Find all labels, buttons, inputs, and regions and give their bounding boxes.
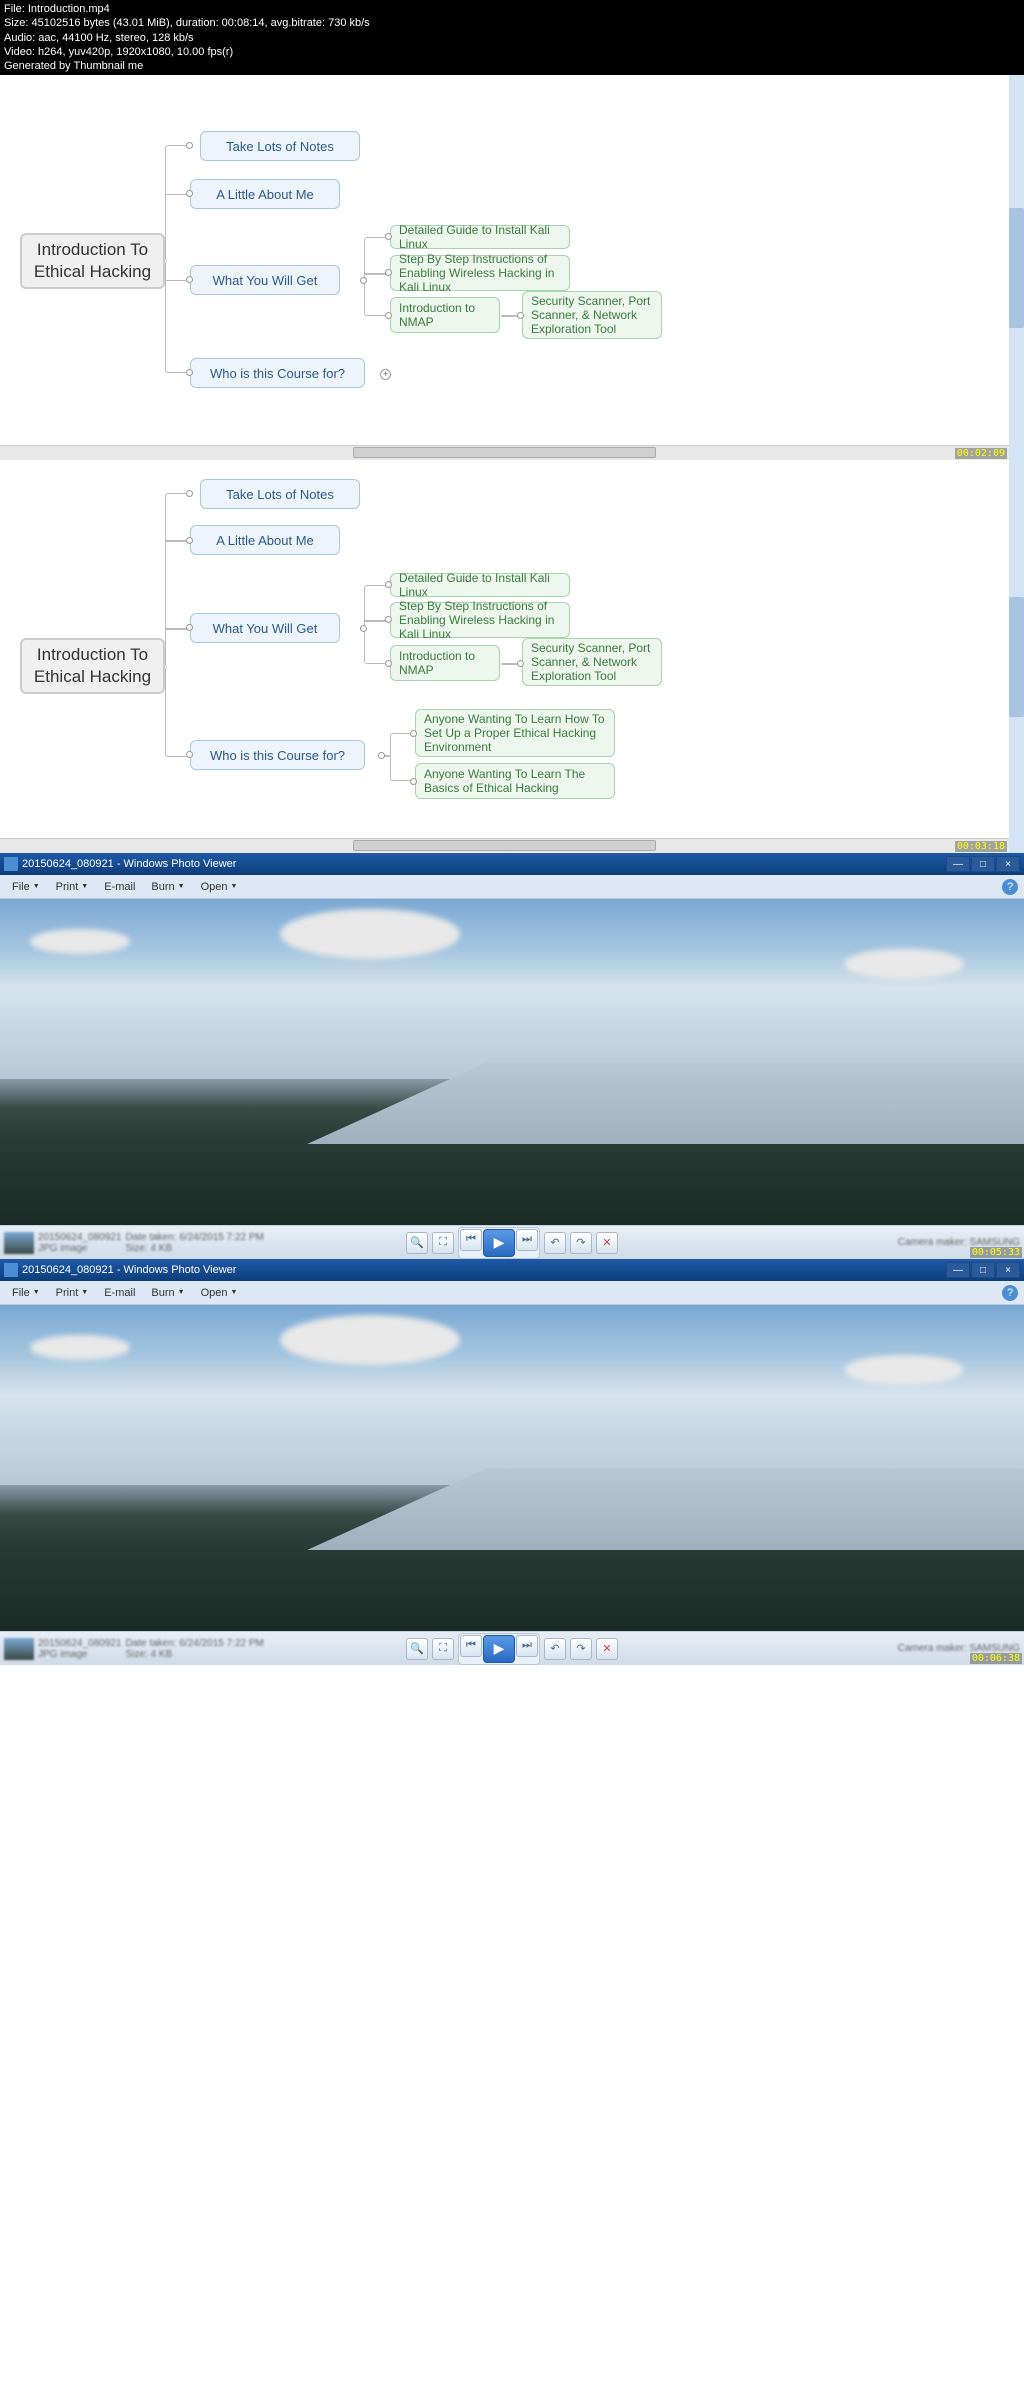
node-scanner[interactable]: Security Scanner, Port Scanner, & Networ… (522, 638, 662, 686)
maximize-button[interactable]: □ (971, 1262, 995, 1278)
horizontal-scrollbar[interactable] (0, 838, 1009, 853)
node-wireless[interactable]: Step By Step Instructions of Enabling Wi… (390, 255, 570, 291)
expand-icon[interactable]: + (380, 369, 391, 380)
zoom-button[interactable]: 🔍 (406, 1638, 428, 1660)
menu-open[interactable]: Open▼ (195, 1285, 244, 1301)
thumbnail-frame-3: 20150624_080921 - Windows Photo Viewer —… (0, 853, 1024, 1259)
node-kali[interactable]: Detailed Guide to Install Kali Linux (390, 573, 570, 597)
close-button[interactable]: × (996, 856, 1020, 872)
zoom-button[interactable]: 🔍 (406, 1232, 428, 1254)
menu-print[interactable]: Print▼ (50, 879, 95, 895)
thumbnail-frame-1: Introduction To Ethical Hacking Take Lot… (0, 75, 1024, 460)
meta-size: Size: 45102516 bytes (43.01 MiB), durati… (4, 16, 1020, 30)
fit-button[interactable]: ⛶ (432, 1638, 454, 1660)
rotate-ccw-button[interactable]: ↶ (544, 1638, 566, 1660)
menu-burn[interactable]: Burn▼ (145, 879, 190, 895)
help-button[interactable]: ? (1002, 879, 1018, 895)
node-about[interactable]: A Little About Me (190, 179, 340, 209)
prev-button[interactable]: ⏮ (460, 1229, 482, 1251)
horizontal-scrollbar[interactable] (0, 445, 1009, 460)
rotate-ccw-button[interactable]: ↶ (544, 1232, 566, 1254)
timestamp-2: 00:03:18 (955, 841, 1007, 852)
node-nmap[interactable]: Introduction to NMAP (390, 645, 500, 681)
video-metadata-header: File: Introduction.mp4 Size: 45102516 by… (0, 0, 1024, 75)
node-anyone2[interactable]: Anyone Wanting To Learn The Basics of Et… (415, 763, 615, 799)
menu-bar: File▼ Print▼ E-mail Burn▼ Open▼ ? (0, 1281, 1024, 1305)
menu-print[interactable]: Print▼ (50, 1285, 95, 1301)
menu-email[interactable]: E-mail (98, 879, 141, 895)
timestamp-1: 00:02:09 (955, 448, 1007, 459)
rotate-cw-button[interactable]: ↷ (570, 1638, 592, 1660)
delete-button[interactable]: ✕ (596, 1232, 618, 1254)
prev-button[interactable]: ⏮ (460, 1635, 482, 1657)
maximize-button[interactable]: □ (971, 856, 995, 872)
node-wireless[interactable]: Step By Step Instructions of Enabling Wi… (390, 602, 570, 638)
mindmap-1: Introduction To Ethical Hacking Take Lot… (0, 75, 1009, 445)
timestamp-4: 00:06:38 (970, 1653, 1022, 1664)
menu-file[interactable]: File▼ (6, 1285, 46, 1301)
delete-button[interactable]: ✕ (596, 1638, 618, 1660)
meta-file: File: Introduction.mp4 (4, 2, 1020, 16)
node-scanner[interactable]: Security Scanner, Port Scanner, & Networ… (522, 291, 662, 339)
help-button[interactable]: ? (1002, 1285, 1018, 1301)
next-button[interactable]: ⏭ (516, 1635, 538, 1657)
next-button[interactable]: ⏭ (516, 1229, 538, 1251)
window-title: 20150624_080921 - Windows Photo Viewer (22, 858, 236, 870)
menu-file[interactable]: File▼ (6, 879, 46, 895)
window-titlebar[interactable]: 20150624_080921 - Windows Photo Viewer —… (0, 1259, 1024, 1281)
root-node[interactable]: Introduction To Ethical Hacking (20, 233, 165, 289)
photo-info-left: 20150624_080921 JPG image Date taken: 6/… (4, 1232, 264, 1254)
node-about[interactable]: A Little About Me (190, 525, 340, 555)
slideshow-button[interactable]: ▶ (483, 1635, 515, 1663)
minimize-button[interactable]: — (946, 856, 970, 872)
node-notes[interactable]: Take Lots of Notes (200, 131, 360, 161)
photo-display (0, 899, 1024, 1225)
menu-bar: File▼ Print▼ E-mail Burn▼ Open▼ ? (0, 875, 1024, 899)
rotate-cw-button[interactable]: ↷ (570, 1232, 592, 1254)
node-nmap[interactable]: Introduction to NMAP (390, 297, 500, 333)
minimize-button[interactable]: — (946, 1262, 970, 1278)
mindmap-2: Introduction To Ethical Hacking Take Lot… (0, 460, 1009, 838)
fit-button[interactable]: ⛶ (432, 1232, 454, 1254)
close-button[interactable]: × (996, 1262, 1020, 1278)
window-titlebar[interactable]: 20150624_080921 - Windows Photo Viewer —… (0, 853, 1024, 875)
meta-audio: Audio: aac, 44100 Hz, stereo, 128 kb/s (4, 31, 1020, 45)
node-who[interactable]: Who is this Course for? (190, 358, 365, 388)
app-icon (4, 857, 18, 871)
thumbnail-frame-4: 20150624_080921 - Windows Photo Viewer —… (0, 1259, 1024, 1665)
node-anyone1[interactable]: Anyone Wanting To Learn How To Set Up a … (415, 709, 615, 757)
meta-generated: Generated by Thumbnail me (4, 59, 1020, 73)
slideshow-button[interactable]: ▶ (483, 1229, 515, 1257)
timestamp-3: 00:05:33 (970, 1247, 1022, 1258)
menu-burn[interactable]: Burn▼ (145, 1285, 190, 1301)
node-what[interactable]: What You Will Get (190, 265, 340, 295)
menu-open[interactable]: Open▼ (195, 879, 244, 895)
node-what[interactable]: What You Will Get (190, 613, 340, 643)
node-notes[interactable]: Take Lots of Notes (200, 479, 360, 509)
photo-display (0, 1305, 1024, 1631)
node-who[interactable]: Who is this Course for? (190, 740, 365, 770)
thumbnail-frame-2: Introduction To Ethical Hacking Take Lot… (0, 460, 1024, 853)
meta-video: Video: h264, yuv420p, 1920x1080, 10.00 f… (4, 45, 1020, 59)
node-kali[interactable]: Detailed Guide to Install Kali Linux (390, 225, 570, 249)
menu-email[interactable]: E-mail (98, 1285, 141, 1301)
photo-controls: 20150624_080921 JPG image Date taken: 6/… (0, 1225, 1024, 1259)
root-node[interactable]: Introduction To Ethical Hacking (20, 638, 165, 694)
photo-info-left: 20150624_080921 JPG image Date taken: 6/… (4, 1638, 264, 1660)
photo-controls: 20150624_080921 JPG image Date taken: 6/… (0, 1631, 1024, 1665)
window-title: 20150624_080921 - Windows Photo Viewer (22, 1264, 236, 1276)
app-icon (4, 1263, 18, 1277)
